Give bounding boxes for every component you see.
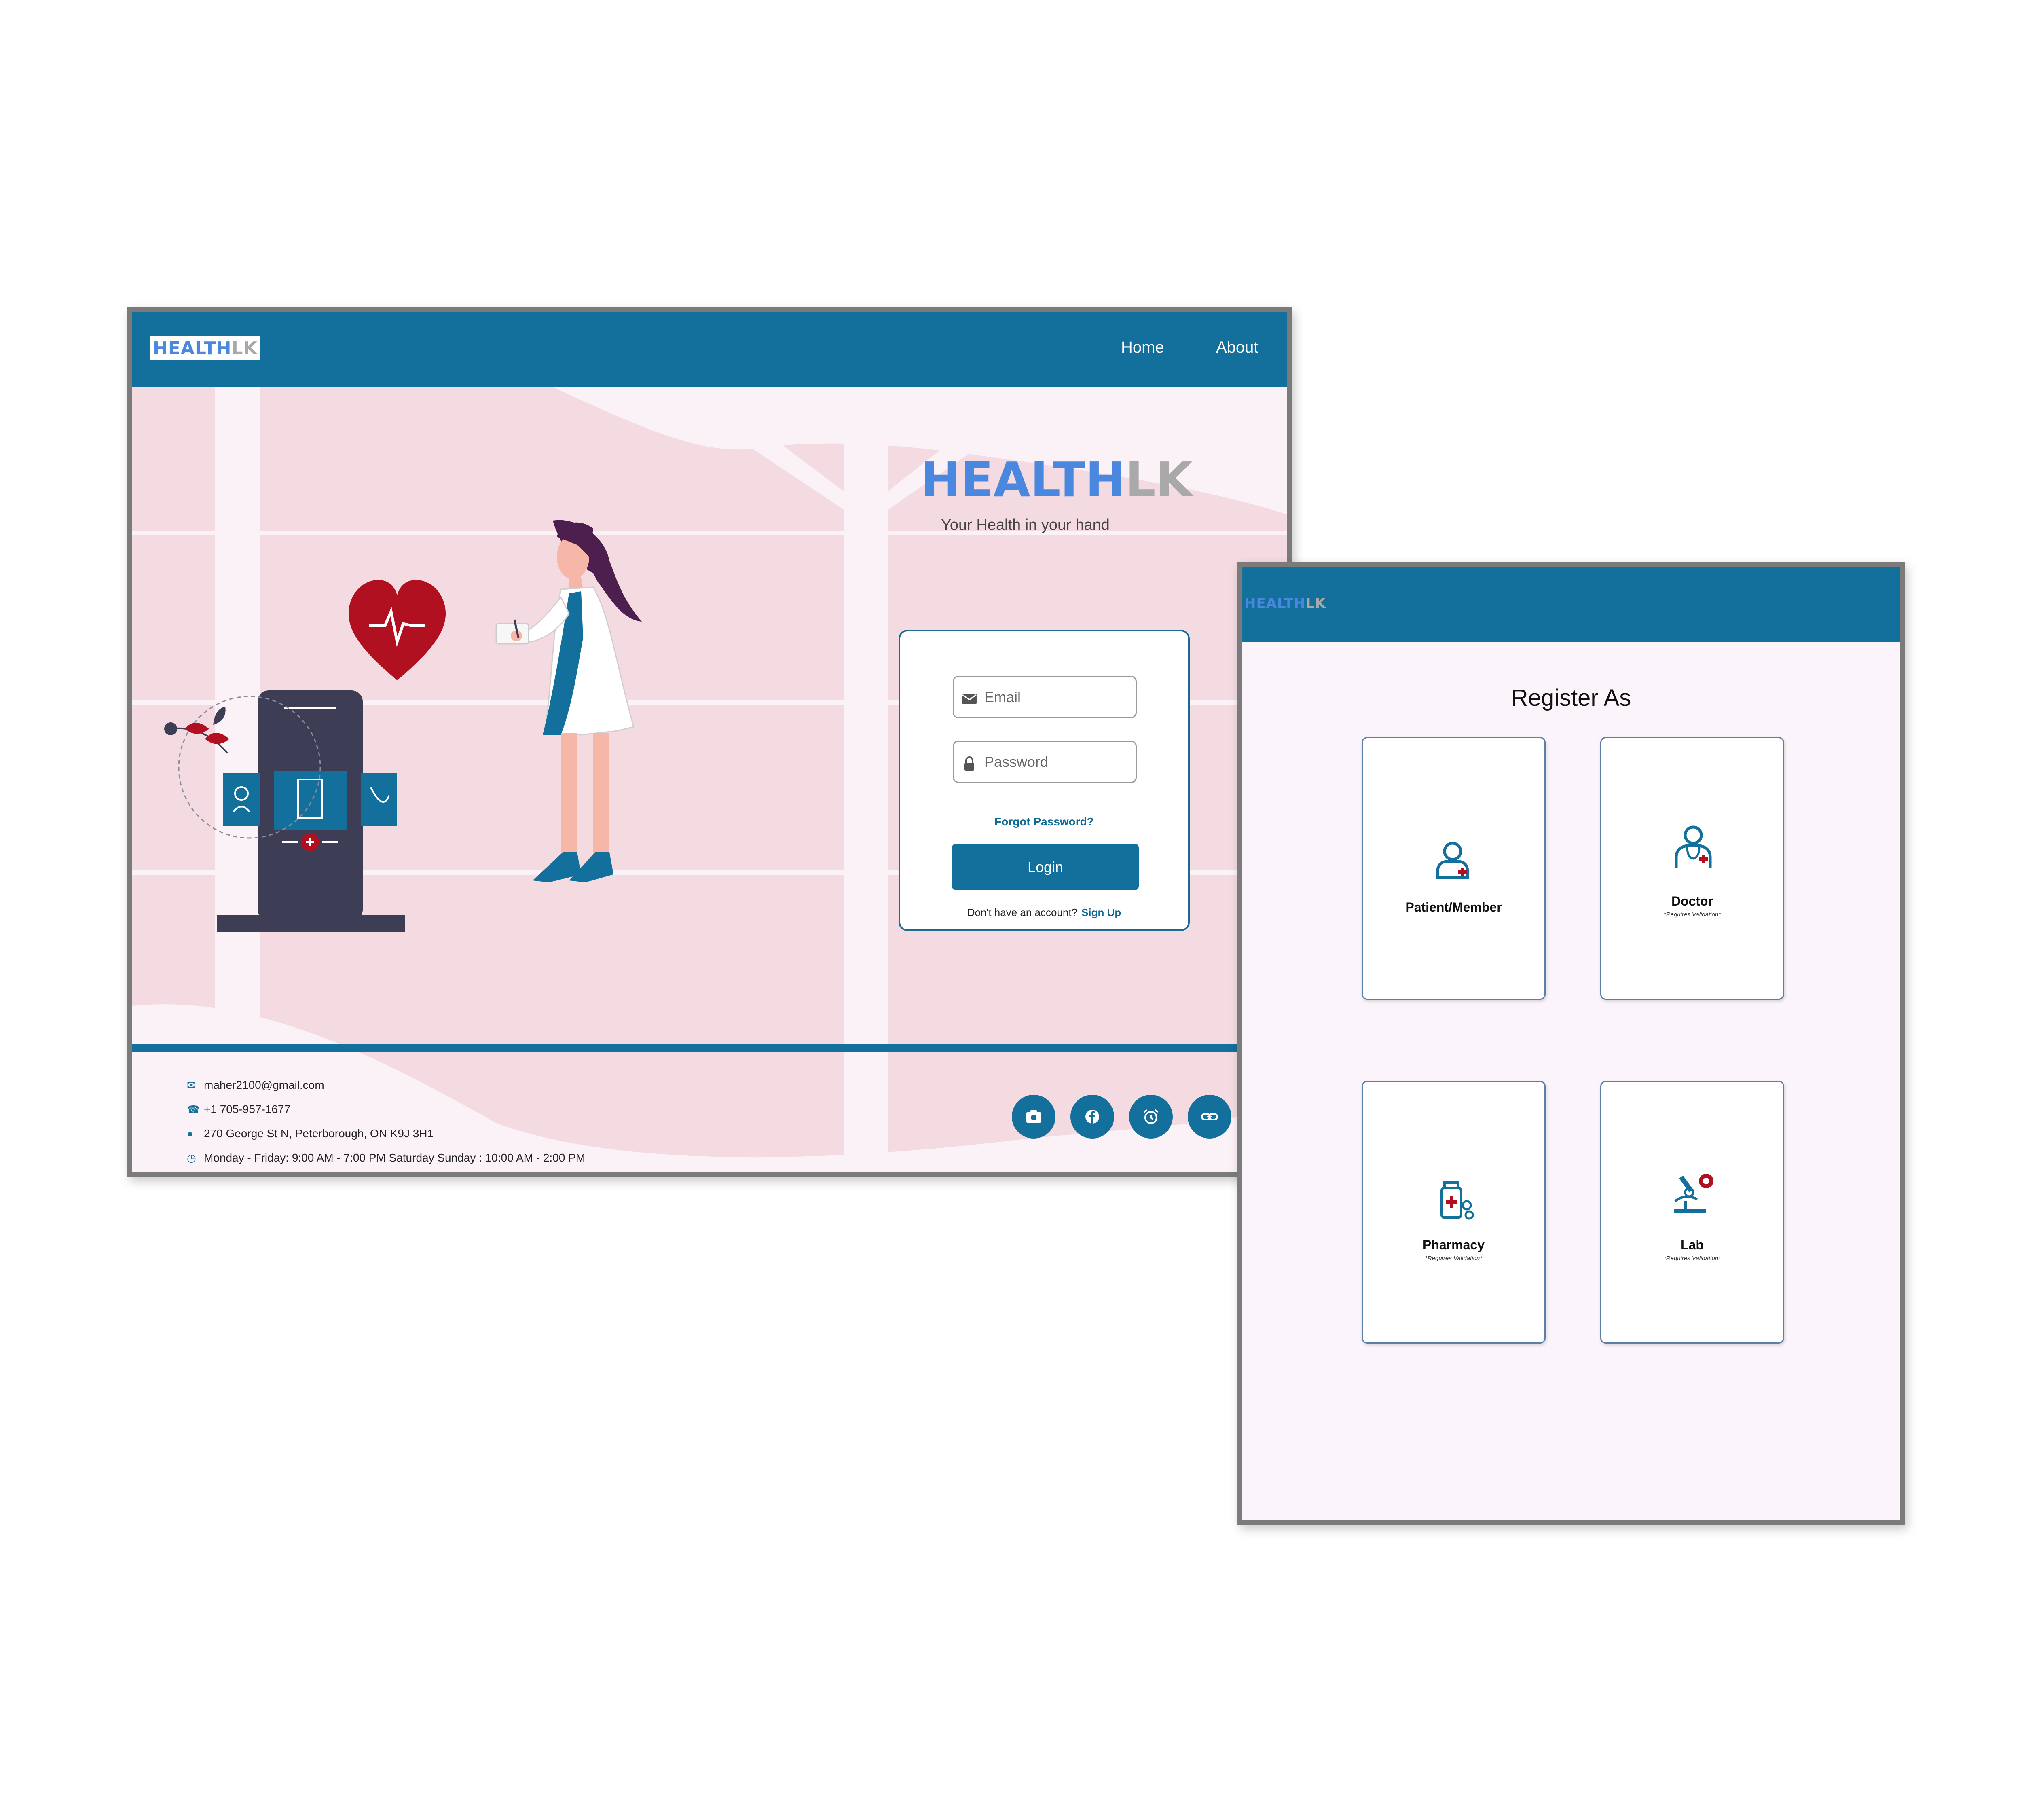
- logo-text-health: HEALTH: [153, 338, 232, 359]
- role-label-doctor: Doctor: [1671, 894, 1713, 908]
- nav-link-home[interactable]: Home: [1121, 339, 1164, 357]
- logo-text-lk: LK: [1305, 595, 1326, 612]
- role-card-doctor[interactable]: Doctor *Requires Validation*: [1600, 737, 1784, 1000]
- social-facebook-button[interactable]: [1070, 1095, 1114, 1139]
- logo-text-health: HEALTH: [1244, 595, 1306, 612]
- social-link-button[interactable]: [1188, 1095, 1231, 1139]
- footer-hours-text: Monday - Friday: 9:00 AM - 7:00 PM Satur…: [204, 1151, 586, 1164]
- footer-address: ● 270 George St N, Peterborough, ON K9J 3…: [187, 1127, 434, 1140]
- footer-phone-text: +1 705-957-1677: [204, 1103, 291, 1115]
- location-pin-icon: ●: [187, 1128, 193, 1140]
- role-label-lab: Lab: [1681, 1238, 1704, 1252]
- login-window: HEALTHLK Home About HEALTHLK Your Health…: [127, 307, 1292, 1177]
- login-button[interactable]: Login: [952, 844, 1139, 890]
- camera-icon: [1026, 1110, 1041, 1123]
- email-input[interactable]: [984, 685, 1130, 709]
- top-navbar: HEALTHLK Home About: [132, 312, 1287, 387]
- alarm-icon: [1143, 1109, 1159, 1124]
- site-logo[interactable]: HEALTHLK: [1244, 595, 1326, 612]
- footer-hours: ◷ Monday - Friday: 9:00 AM - 7:00 PM Satu…: [187, 1151, 585, 1164]
- no-account-text: Don't have an account?: [967, 906, 1078, 918]
- password-input[interactable]: [984, 750, 1130, 774]
- register-window: HEALTHLK Register As Patient/Member Doct…: [1237, 562, 1905, 1525]
- forgot-password-link[interactable]: Forgot Password?: [900, 815, 1188, 828]
- brand-title: HEALTHLK: [921, 452, 1193, 508]
- footer-divider: [132, 1044, 1287, 1052]
- role-card-lab[interactable]: Lab *Requires Validation*: [1600, 1081, 1784, 1344]
- microscope-icon: [1674, 1174, 1713, 1213]
- role-card-patient[interactable]: Patient/Member: [1362, 737, 1546, 1000]
- role-label-pharmacy: Pharmacy: [1423, 1238, 1485, 1252]
- logo-text-lk: LK: [231, 338, 258, 359]
- email-field[interactable]: [953, 676, 1137, 718]
- brand-title-lk: LK: [1125, 452, 1193, 508]
- clock-icon: ◷: [187, 1152, 196, 1164]
- footer-phone: ☎ +1 705-957-1677: [187, 1103, 290, 1116]
- site-logo[interactable]: HEALTHLK: [150, 336, 260, 360]
- patient-icon: [1436, 842, 1469, 879]
- facebook-icon: [1085, 1110, 1099, 1124]
- nav-link-about[interactable]: About: [1216, 339, 1258, 357]
- register-title: Register As: [1511, 685, 1631, 711]
- brand-tagline: Your Health in your hand: [941, 516, 1110, 533]
- mail-icon: [962, 694, 977, 704]
- footer-email-text: maher2100@gmail.com: [204, 1079, 324, 1091]
- signup-prompt: Don't have an account? Sign Up: [900, 906, 1188, 919]
- doctor-icon: [1675, 825, 1712, 868]
- validation-note-pharmacy: *Requires Validation*: [1425, 1255, 1483, 1262]
- link-icon: [1201, 1113, 1218, 1120]
- social-camera-button[interactable]: [1012, 1095, 1055, 1139]
- phone-icon: ☎: [187, 1103, 200, 1115]
- pharmacy-icon: [1440, 1181, 1474, 1220]
- footer-email: ✉ maher2100@gmail.com: [187, 1079, 324, 1092]
- brand-title-health: HEALTH: [921, 452, 1125, 508]
- validation-note-doctor: *Requires Validation*: [1663, 911, 1721, 918]
- validation-note-lab: *Requires Validation*: [1663, 1255, 1721, 1262]
- mail-icon: ✉: [187, 1079, 196, 1091]
- top-navbar: HEALTHLK: [1242, 567, 1900, 642]
- footer-address-text: 270 George St N, Peterborough, ON K9J 3H…: [204, 1127, 434, 1140]
- role-label-patient: Patient/Member: [1405, 900, 1502, 914]
- login-form: Forgot Password? Login Don't have an acc…: [899, 630, 1190, 931]
- role-card-pharmacy[interactable]: Pharmacy *Requires Validation*: [1362, 1081, 1546, 1344]
- sign-up-link[interactable]: Sign Up: [1081, 906, 1121, 918]
- password-field[interactable]: [953, 741, 1137, 783]
- lock-icon: [964, 756, 974, 771]
- social-alarm-button[interactable]: [1129, 1095, 1173, 1139]
